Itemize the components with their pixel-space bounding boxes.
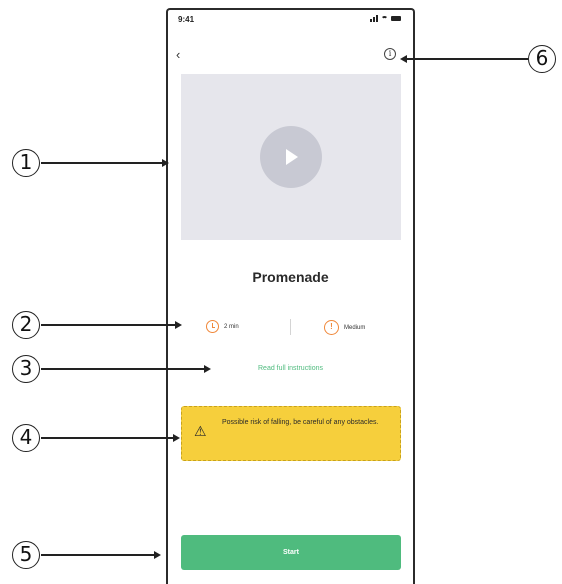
exercise-title: Promenade: [252, 269, 329, 285]
warning-text: Possible risk of falling, be careful of …: [222, 419, 379, 426]
warning-icon: ⚠: [194, 423, 207, 439]
battery-icon: [391, 16, 401, 21]
duration-info: 2 min: [206, 320, 239, 333]
video-player[interactable]: [181, 74, 401, 240]
play-button[interactable]: [260, 126, 322, 188]
callout-3: 3: [12, 355, 40, 383]
callout-2: 2: [12, 311, 40, 339]
callout-1-arrow: [41, 159, 169, 166]
callout-4-arrow: [41, 434, 180, 441]
callout-4: 4: [12, 424, 40, 452]
phone-mockup: 9:41 ‹ i Promenade 2 min ! Medium Read f…: [166, 8, 415, 584]
status-icons: [370, 15, 401, 22]
meta-divider: [290, 319, 291, 335]
callout-5: 5: [12, 541, 40, 569]
signal-icon: [370, 15, 378, 22]
play-icon: [286, 149, 298, 165]
callout-1: 1: [12, 149, 40, 177]
callout-5-arrow: [41, 551, 161, 558]
level-info: ! Medium: [324, 320, 365, 335]
callout-3-arrow: [41, 365, 211, 372]
callout-6: 6: [528, 45, 556, 73]
status-time: 9:41: [178, 15, 195, 24]
start-button[interactable]: Start: [181, 535, 401, 570]
duration-label: 2 min: [224, 323, 239, 330]
info-icon[interactable]: i: [384, 48, 396, 60]
clock-icon: [206, 320, 219, 333]
callout-2-arrow: [41, 321, 182, 328]
difficulty-icon: !: [324, 320, 339, 335]
wifi-icon: [381, 16, 388, 21]
warning-banner: ⚠ Possible risk of falling, be careful o…: [181, 406, 401, 461]
chevron-left-icon[interactable]: ‹: [176, 48, 180, 61]
callout-6-arrow: [400, 55, 528, 62]
exercise-meta: 2 min ! Medium: [168, 319, 413, 337]
level-label: Medium: [344, 324, 366, 331]
